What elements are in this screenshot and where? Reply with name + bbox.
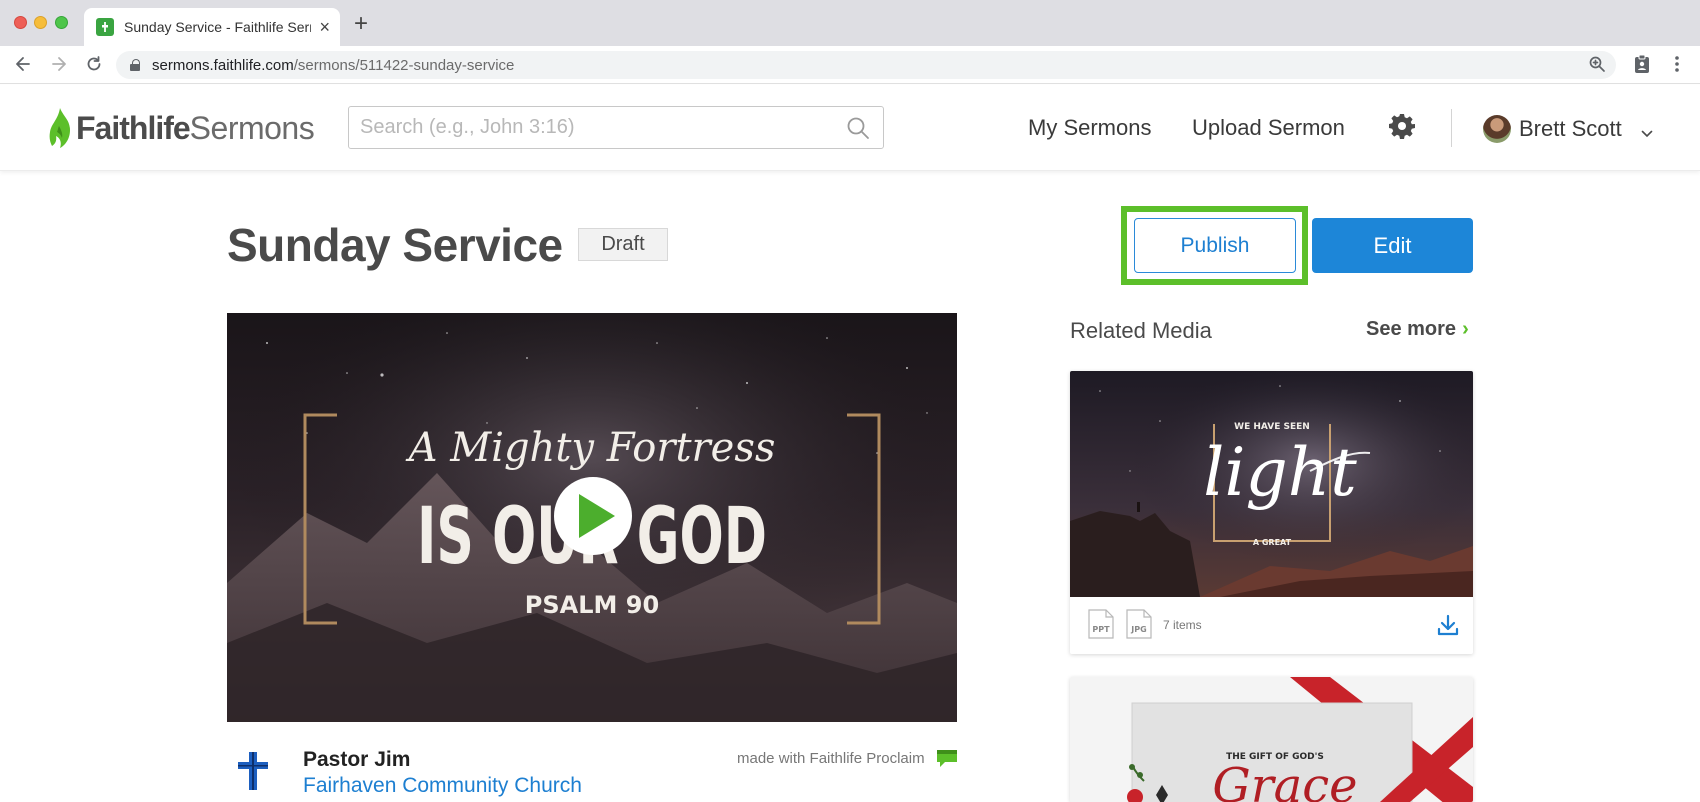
chevron-down-icon[interactable] — [1641, 125, 1653, 143]
new-tab-icon[interactable]: + — [354, 12, 368, 36]
related-media-card[interactable]: WE HAVE SEEN light A GREAT PPT JPG 7 ite… — [1070, 371, 1473, 654]
media-thumbnail-grace: THE GIFT OF GOD'S Grace — [1070, 677, 1473, 802]
zoom-icon[interactable] — [1588, 55, 1606, 78]
url-text: sermons.faithlife.com/sermons/511422-sun… — [152, 57, 514, 74]
related-media-card[interactable]: THE GIFT OF GOD'S Grace — [1070, 677, 1473, 802]
search-icon[interactable] — [846, 116, 870, 145]
browser-toolbar: sermons.faithlife.com/sermons/511422-sun… — [0, 46, 1700, 84]
church-cross-logo-icon — [236, 750, 270, 797]
user-menu-name[interactable]: Brett Scott — [1519, 116, 1622, 142]
logo-text-bold: Faithlife — [76, 109, 191, 146]
forward-arrow-icon[interactable] — [47, 52, 71, 76]
nav-my-sermons[interactable]: My Sermons — [1028, 115, 1151, 141]
browser-menu-icon[interactable] — [1674, 55, 1680, 78]
church-link[interactable]: Fairhaven Community Church — [303, 774, 582, 798]
item-count: 7 items — [1163, 618, 1202, 632]
faithlife-sermons-logo[interactable]: Faithlife Sermons — [48, 107, 315, 149]
avatar[interactable] — [1483, 115, 1511, 143]
media-art-bottom: A GREAT — [1253, 538, 1292, 547]
page-title: Sunday Service — [227, 219, 563, 271]
gear-icon[interactable] — [1389, 113, 1415, 144]
back-arrow-icon[interactable] — [11, 52, 35, 76]
ppt-file-icon: PPT — [1088, 609, 1114, 639]
media-art-main: light — [1203, 434, 1357, 511]
flame-logo-icon — [49, 108, 70, 148]
media-thumbnail-light: WE HAVE SEEN light A GREAT — [1070, 371, 1473, 597]
site-header: Faithlife Sermons My Sermons Upload Serm… — [0, 85, 1700, 171]
tab-title: Sunday Service - Faithlife Sermons — [124, 19, 311, 35]
media-art-top: WE HAVE SEEN — [1234, 422, 1310, 432]
publish-button[interactable]: Publish — [1134, 218, 1296, 273]
maximize-window-button[interactable] — [55, 16, 68, 29]
ppt-label: PPT — [1092, 625, 1110, 634]
video-title-script: A Mighty Fortress — [405, 425, 776, 471]
url-path: /sermons/511422-sunday-service — [293, 56, 515, 74]
reload-icon[interactable] — [82, 52, 106, 76]
see-more-link[interactable]: See more › — [1366, 318, 1469, 341]
chevron-right-icon: › — [1462, 318, 1469, 340]
clipboard-extension-icon[interactable] — [1633, 54, 1651, 79]
browser-tab[interactable]: Sunday Service - Faithlife Sermons × — [84, 8, 340, 46]
related-media-title: Related Media — [1070, 318, 1212, 343]
play-icon — [579, 494, 615, 538]
address-bar[interactable]: sermons.faithlife.com/sermons/511422-sun… — [116, 51, 1616, 79]
video-scripture: PSALM 90 — [525, 591, 659, 619]
edit-button[interactable]: Edit — [1312, 218, 1473, 273]
minimize-window-button[interactable] — [34, 16, 47, 29]
sermon-video-player[interactable]: A Mighty Fortress IS OUR GOD PSALM 90 — [227, 313, 957, 722]
pastor-name: Pastor Jim — [303, 748, 411, 771]
search-box — [348, 106, 884, 149]
jpg-file-icon: JPG — [1126, 609, 1152, 639]
download-icon[interactable] — [1436, 613, 1460, 642]
search-input[interactable] — [349, 107, 839, 148]
faithlife-favicon-icon — [96, 18, 114, 36]
jpg-label: JPG — [1130, 625, 1146, 634]
lock-icon — [130, 59, 140, 71]
close-window-button[interactable] — [14, 16, 27, 29]
made-with-proclaim[interactable]: made with Faithlife Proclaim — [737, 750, 925, 767]
logo-text-light: Sermons — [189, 109, 315, 146]
play-button[interactable] — [554, 477, 632, 555]
media-card-footer: PPT JPG 7 items — [1070, 597, 1473, 654]
url-host: sermons.faithlife.com — [152, 56, 294, 74]
see-more-label: See more — [1366, 318, 1457, 340]
nav-upload-sermon[interactable]: Upload Sermon — [1192, 115, 1345, 141]
header-divider — [1451, 109, 1452, 147]
media-art-main: Grace — [1212, 758, 1357, 802]
proclaim-logo-icon — [937, 750, 957, 772]
tab-close-icon[interactable]: × — [319, 18, 330, 36]
status-badge: Draft — [578, 228, 668, 261]
browser-tab-strip: Sunday Service - Faithlife Sermons × + — [0, 0, 1700, 46]
